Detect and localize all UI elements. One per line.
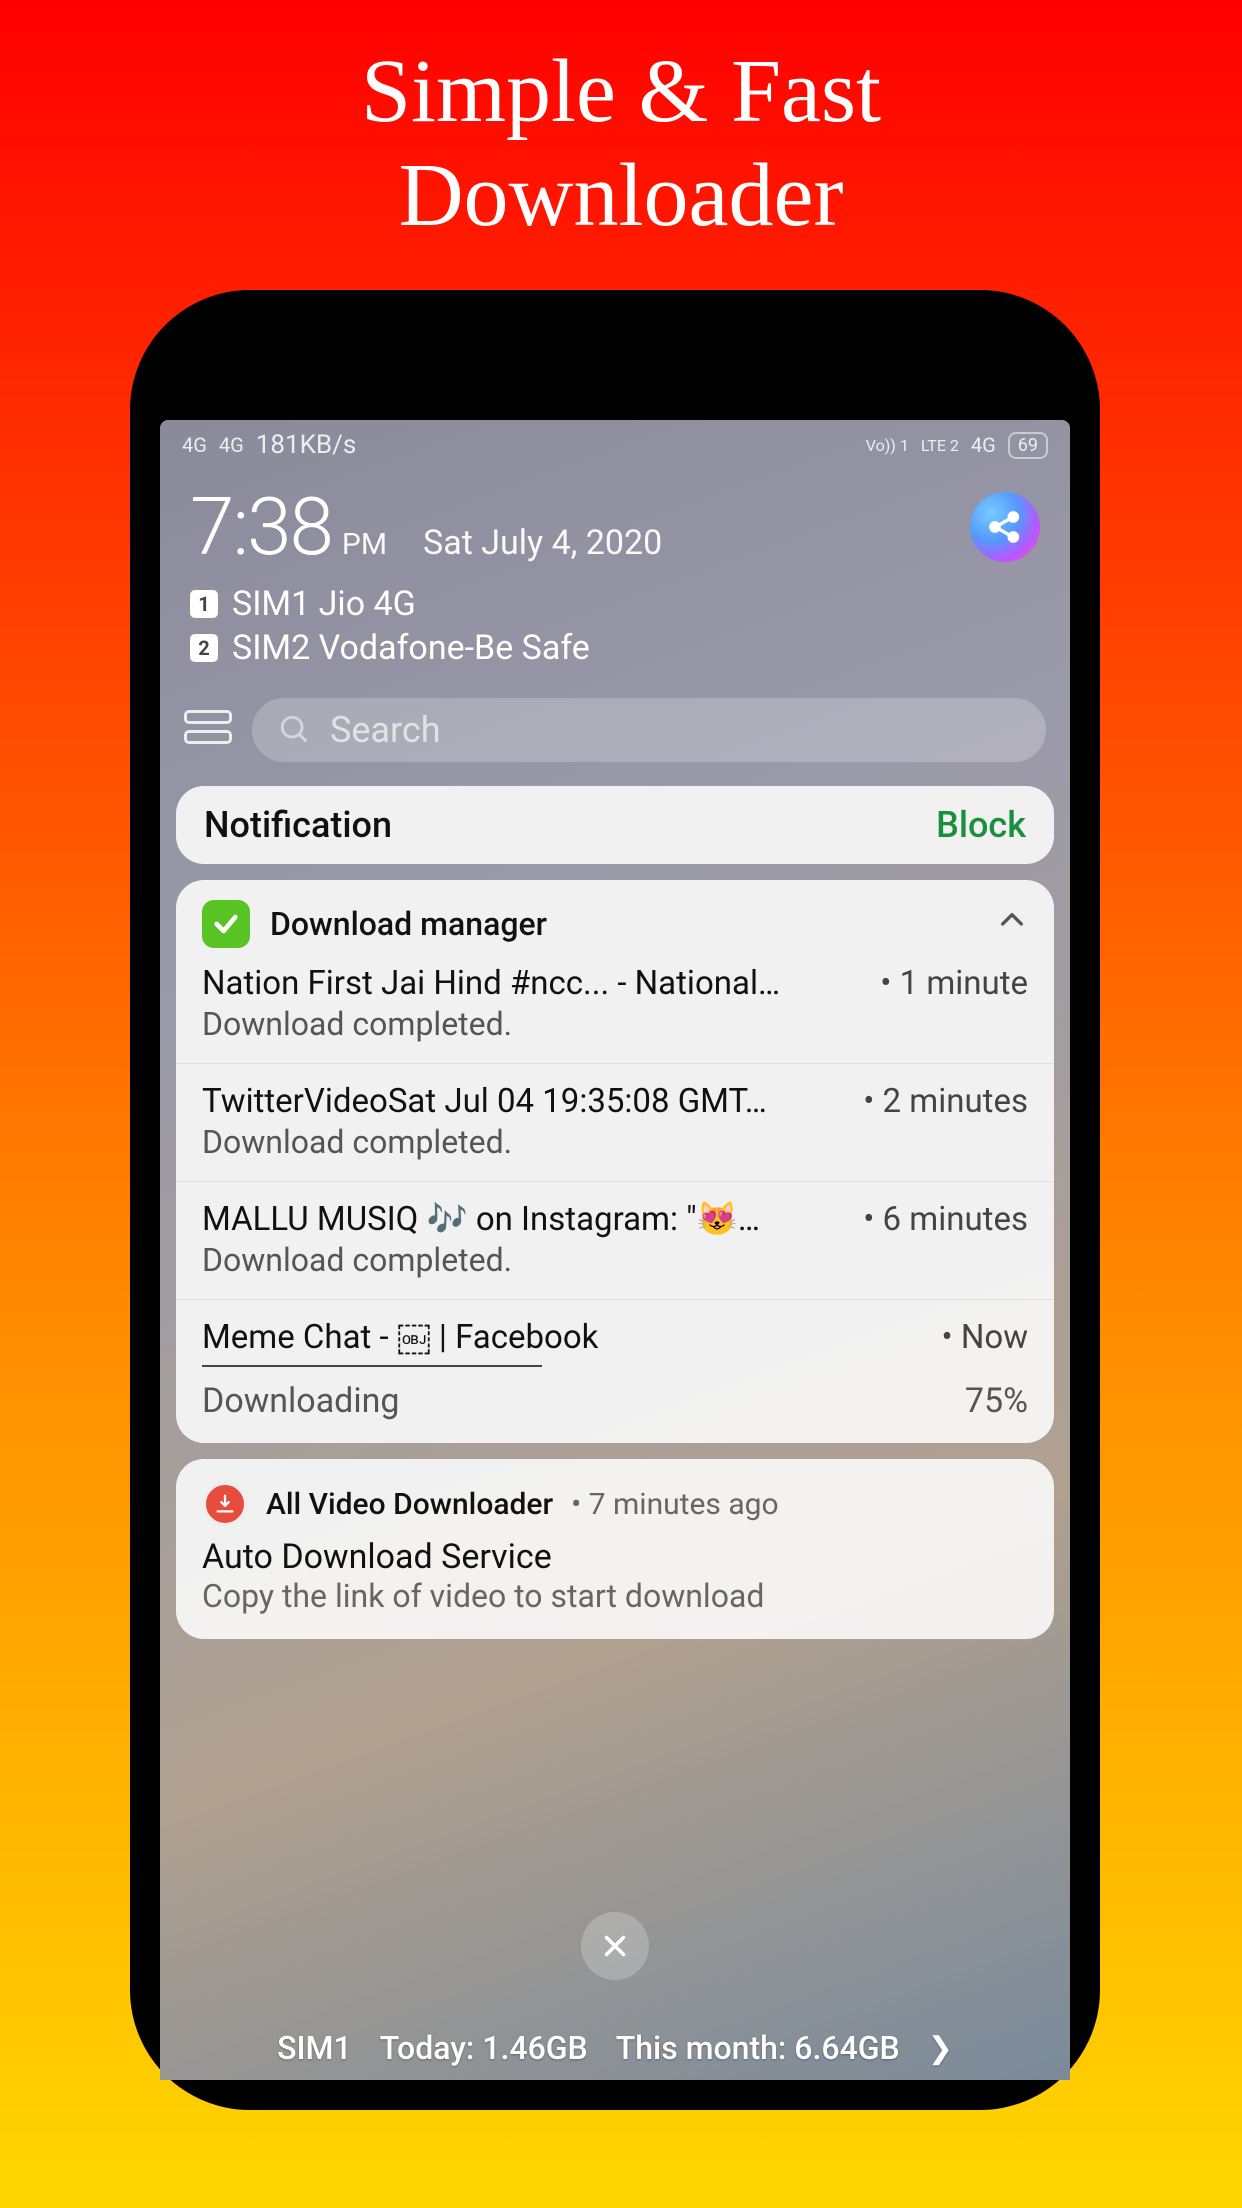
download-manager-header[interactable]: Download manager	[176, 880, 1054, 954]
download-item[interactable]: Meme Chat - ￼ | Facebook • Now	[176, 1299, 1054, 1365]
data-usage-bar[interactable]: SIM1 Today: 1.46GB This month: 6.64GB ❯	[160, 2016, 1070, 2080]
search-placeholder: Search	[330, 709, 441, 751]
sim-info: 1 SIM1 Jio 4G 2 SIM2 Vodafone-Be Safe	[160, 574, 1070, 668]
video-downloader-title: Auto Download Service	[176, 1531, 1054, 1577]
data-usage-month: This month: 6.64GB	[616, 2029, 900, 2067]
video-downloader-app-name: All Video Downloader	[266, 1487, 553, 1522]
sim-chip-icon: 1	[190, 590, 218, 618]
status-bar: 4G 4G 181KB/s Vo)) 1 LTE 2 4G 69	[160, 420, 1070, 470]
video-downloader-time: • 7 minutes ago	[571, 1487, 779, 1522]
download-progress-label: Downloading	[202, 1381, 400, 1421]
promo-headline: Simple & Fast Downloader	[0, 40, 1242, 247]
progress-divider	[202, 1365, 542, 1367]
sim-row: 1 SIM1 Jio 4G	[190, 584, 1040, 624]
clock-date: Sat July 4, 2020	[423, 523, 662, 563]
download-item-time: • 6 minutes	[863, 1200, 1028, 1239]
search-icon	[278, 713, 312, 747]
clock: 7:38 PM Sat July 4, 2020	[190, 480, 662, 574]
sim-row: 2 SIM2 Vodafone-Be Safe	[190, 628, 1040, 668]
search-row: Search	[160, 668, 1070, 786]
download-item-time: • 2 minutes	[863, 1082, 1028, 1121]
signal-4g-icon: 4G	[971, 435, 996, 455]
search-input[interactable]: Search	[252, 698, 1046, 762]
video-downloader-header: All Video Downloader • 7 minutes ago	[176, 1459, 1054, 1531]
download-item[interactable]: TwitterVideoSat Jul 04 19:35:08 GMT… • 2…	[176, 1063, 1054, 1181]
download-item[interactable]: MALLU MUSIQ 🎶 on Instagram: "😻… • 6 minu…	[176, 1181, 1054, 1299]
chevron-up-icon[interactable]	[996, 904, 1028, 944]
data-usage-today: Today: 1.46GB	[380, 2029, 588, 2067]
notification-title: Notification	[204, 804, 392, 846]
download-item-status: Download completed.	[202, 1005, 1028, 1043]
download-item-time: • Now	[942, 1318, 1028, 1357]
notification-header-card: Notification Block	[176, 786, 1054, 864]
phone-frame: 4G 4G 181KB/s Vo)) 1 LTE 2 4G 69 7:38 PM…	[130, 290, 1100, 2110]
download-item-title: Nation First Jai Hind #ncc... - National…	[202, 964, 780, 1003]
close-icon	[598, 1929, 632, 1963]
download-manager-app-name: Download manager	[270, 905, 547, 943]
sim-label: SIM2 Vodafone-Be Safe	[232, 628, 590, 668]
clock-time: 7:38	[190, 480, 332, 574]
download-manager-app-icon	[202, 900, 250, 948]
sim-label: SIM1 Jio 4G	[232, 584, 416, 624]
video-downloader-subtitle: Copy the link of video to start download	[176, 1577, 1054, 1639]
signal-4g-icon: 4G	[219, 435, 244, 455]
phone-screen: 4G 4G 181KB/s Vo)) 1 LTE 2 4G 69 7:38 PM…	[160, 420, 1070, 2080]
volte-indicator: Vo)) 1	[866, 436, 909, 455]
chevron-right-icon: ❯	[928, 2031, 953, 2066]
share-orb-icon[interactable]	[970, 492, 1040, 562]
clock-row: 7:38 PM Sat July 4, 2020	[160, 470, 1070, 574]
download-item-title: Meme Chat - ￼ | Facebook	[202, 1318, 598, 1357]
close-notifications-button[interactable]	[581, 1912, 649, 1980]
headline-text: Simple & Fast Downloader	[361, 42, 881, 245]
signal-4g-icon: 4G	[182, 435, 207, 455]
network-speed: 181KB/s	[256, 430, 357, 460]
download-item-status: Download completed.	[202, 1241, 1028, 1279]
data-usage-sim: SIM1	[277, 2029, 352, 2067]
lte-indicator: LTE 2	[921, 436, 959, 455]
download-progress-row: Downloading 75%	[176, 1377, 1054, 1443]
download-manager-card[interactable]: Download manager Nation First Jai Hind #…	[176, 880, 1054, 1443]
video-downloader-card[interactable]: All Video Downloader • 7 minutes ago Aut…	[176, 1459, 1054, 1639]
layout-toggle-icon[interactable]	[184, 710, 232, 750]
clock-ampm: PM	[342, 527, 387, 562]
download-progress-value: 75%	[965, 1381, 1028, 1421]
download-item-title: MALLU MUSIQ 🎶 on Instagram: "😻…	[202, 1200, 760, 1239]
video-downloader-app-icon	[202, 1481, 248, 1527]
battery-indicator: 69	[1008, 432, 1048, 459]
download-item-title: TwitterVideoSat Jul 04 19:35:08 GMT…	[202, 1082, 767, 1121]
download-item-status: Download completed.	[202, 1123, 1028, 1161]
download-item-time: • 1 minute	[880, 964, 1028, 1003]
download-item[interactable]: Nation First Jai Hind #ncc... - National…	[176, 954, 1054, 1063]
sim-chip-icon: 2	[190, 634, 218, 662]
block-button[interactable]: Block	[936, 804, 1026, 846]
